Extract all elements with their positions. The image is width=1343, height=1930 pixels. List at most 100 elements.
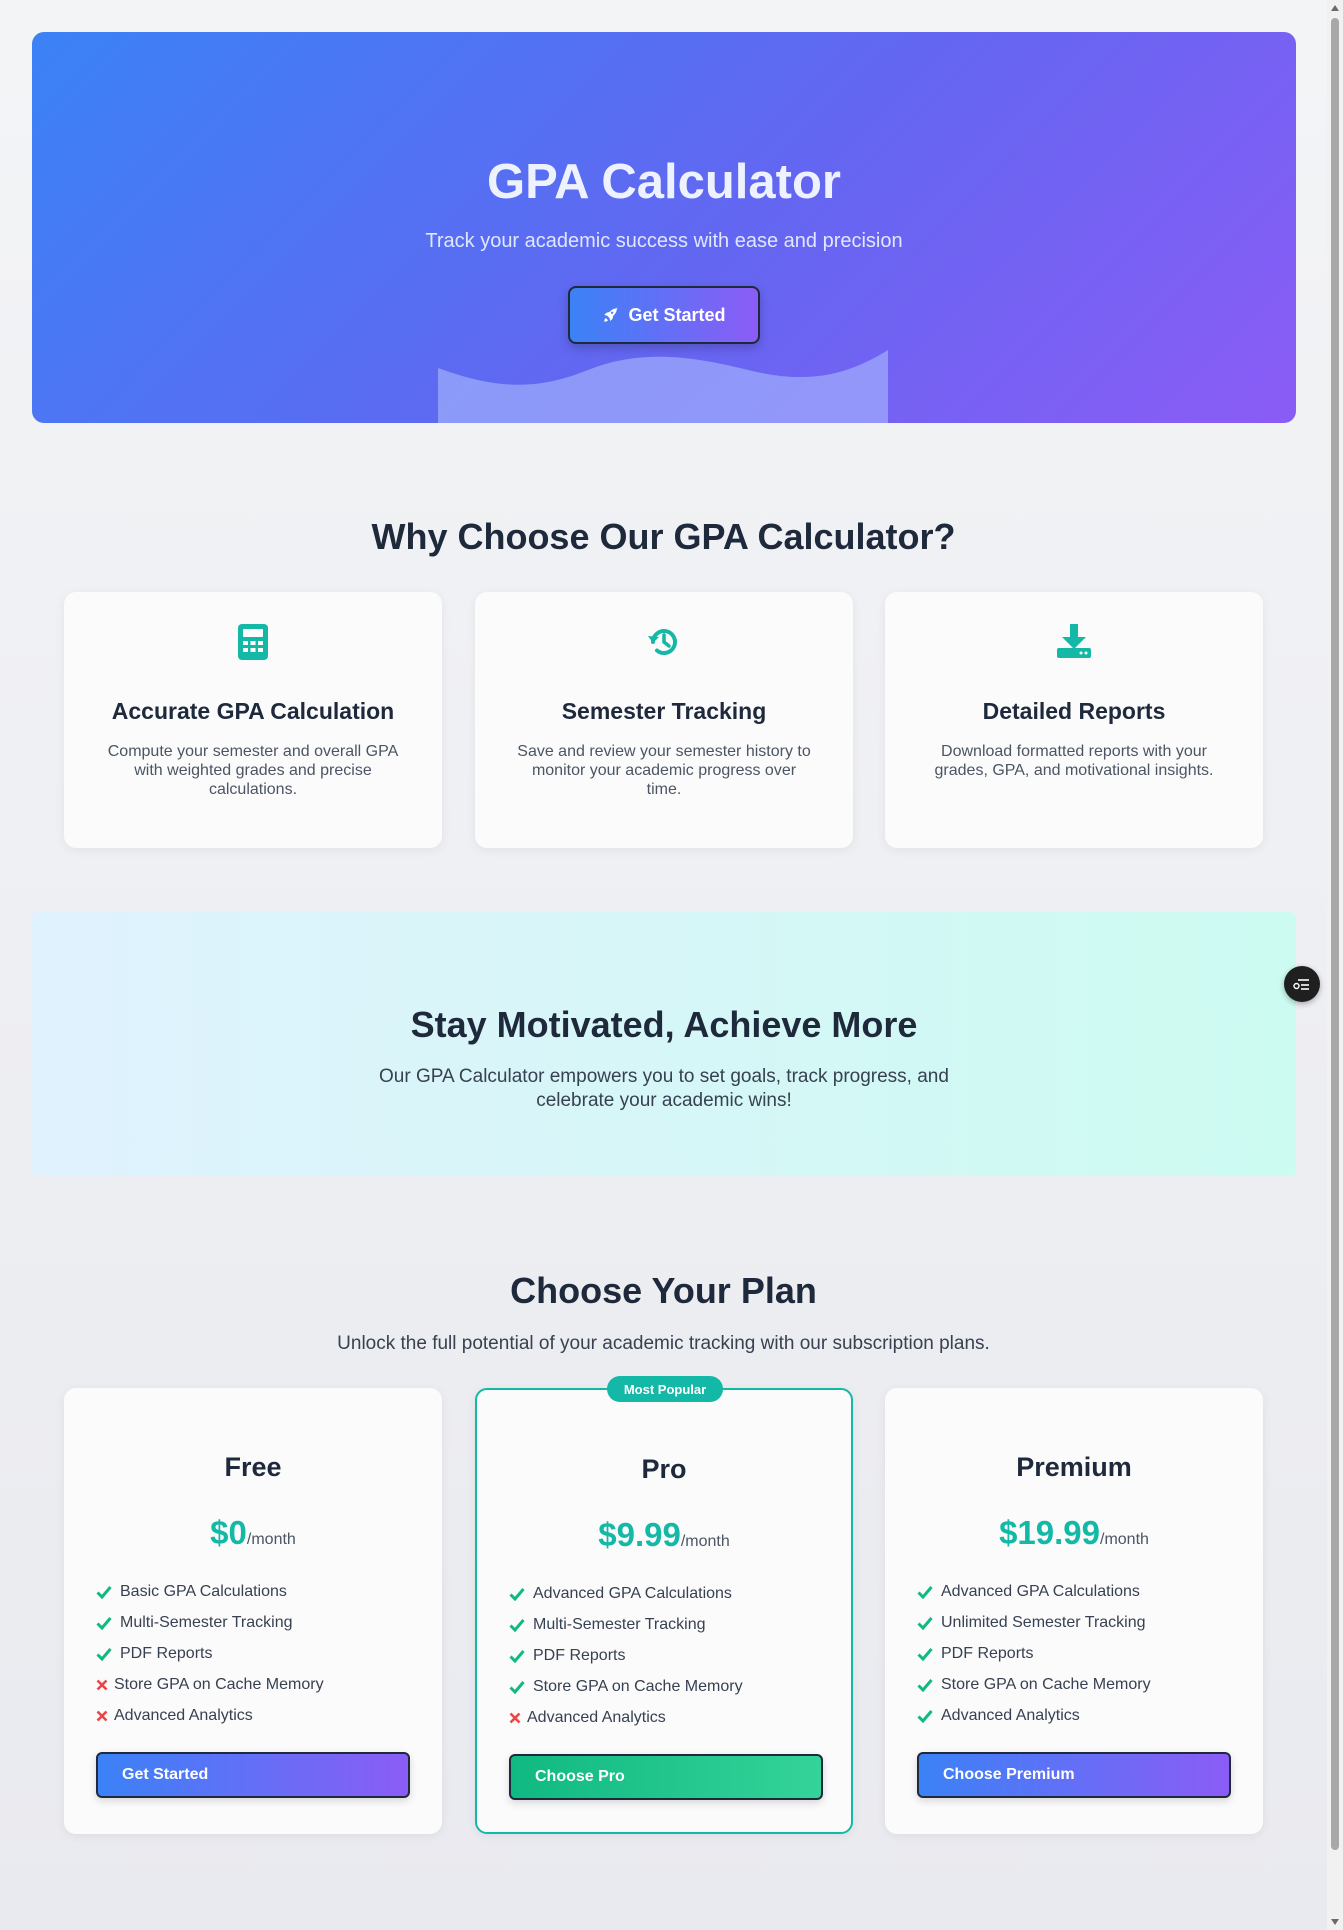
plan-feature-label: Basic GPA Calculations <box>120 1582 287 1600</box>
price-period: /month <box>246 1531 296 1548</box>
feature-card-semester-tracking: Semester Tracking Save and review your s… <box>475 592 853 848</box>
plan-feature-label: Advanced Analytics <box>941 1706 1080 1724</box>
download-icon <box>1057 624 1091 658</box>
scroll-down-arrow[interactable] <box>1327 1914 1343 1930</box>
check-icon <box>917 1616 933 1630</box>
feature-description: Compute your semester and overall GPA wi… <box>107 743 399 798</box>
feature-description: Save and review your semester history to… <box>517 743 811 798</box>
toggle-list-button[interactable] <box>1284 966 1320 1002</box>
plan-feature-label: PDF Reports <box>533 1646 626 1664</box>
check-icon <box>96 1585 112 1599</box>
hero-section: GPA Calculator Track your academic succe… <box>32 32 1296 423</box>
page-scrollbar[interactable] <box>1327 0 1343 1930</box>
plan-feature-item: PDF Reports <box>509 1640 743 1671</box>
plan-feature-item: Unlimited Semester Tracking <box>917 1607 1151 1638</box>
plan-feature-label: Store GPA on Cache Memory <box>533 1677 743 1695</box>
hero-title: GPA Calculator <box>487 155 841 209</box>
plan-feature-item: Advanced Analytics <box>509 1702 743 1733</box>
plan-price: $19.99/month <box>885 1514 1263 1552</box>
toggle-list-icon <box>1293 979 1309 990</box>
check-icon <box>509 1680 525 1694</box>
check-icon <box>917 1585 933 1599</box>
plan-price: $0/month <box>64 1514 442 1552</box>
history-icon <box>648 629 677 655</box>
plan-feature-item: Multi-Semester Tracking <box>96 1607 324 1638</box>
check-icon <box>917 1678 933 1692</box>
choose-premium-button[interactable]: Choose Premium <box>917 1752 1231 1798</box>
plan-card-pro: Most Popular Pro $9.99/month Advanced GP… <box>475 1376 853 1834</box>
price-period: /month <box>1100 1531 1149 1548</box>
motivation-section: Stay Motivated, Achieve More Our GPA Cal… <box>32 912 1296 1176</box>
plan-feature-label: Advanced Analytics <box>527 1708 666 1726</box>
plan-feature-label: Unlimited Semester Tracking <box>941 1613 1146 1631</box>
price-period: /month <box>680 1533 730 1550</box>
plan-feature-list: Advanced GPA Calculations Multi-Semester … <box>509 1578 743 1733</box>
scroll-up-arrow[interactable] <box>1327 0 1343 16</box>
check-icon <box>509 1649 525 1663</box>
feature-title: Accurate GPA Calculation <box>111 698 395 724</box>
plan-feature-label: Advanced GPA Calculations <box>941 1582 1140 1600</box>
motivation-title: Stay Motivated, Achieve More <box>410 1004 918 1045</box>
plan-feature-item: Advanced Analytics <box>96 1700 324 1731</box>
plan-feature-list: Advanced GPA Calculations Unlimited Semes… <box>917 1576 1151 1731</box>
scrollbar-thumb[interactable] <box>1331 18 1339 1850</box>
rocket-icon <box>604 307 619 322</box>
check-icon <box>96 1616 112 1630</box>
wave-decoration <box>438 350 888 423</box>
plan-feature-item: Multi-Semester Tracking <box>509 1609 743 1640</box>
plan-feature-item: Advanced Analytics <box>917 1700 1151 1731</box>
hero-subtitle: Track your academic success with ease an… <box>425 230 903 252</box>
motivation-text: Our GPA Calculator empowers you to set g… <box>379 1066 949 1111</box>
plan-feature-label: Advanced GPA Calculations <box>533 1584 732 1602</box>
cross-icon <box>509 1712 521 1723</box>
feature-description: Download formatted reports with your gra… <box>934 743 1214 779</box>
get-started-button[interactable]: Get Started <box>568 286 760 344</box>
calculator-icon <box>238 624 268 660</box>
plan-feature-item: Store GPA on Cache Memory <box>96 1669 324 1700</box>
feature-card-detailed-reports: Detailed Reports Download formatted repo… <box>885 592 1263 848</box>
price-amount: $0 <box>210 1514 247 1551</box>
plan-feature-label: Store GPA on Cache Memory <box>941 1675 1151 1693</box>
features-title: Why Choose Our GPA Calculator? <box>371 516 956 557</box>
check-icon <box>509 1587 525 1601</box>
plan-feature-label: Multi-Semester Tracking <box>533 1615 706 1633</box>
cross-icon <box>96 1710 108 1721</box>
plan-name: Pro <box>641 1454 687 1484</box>
check-icon <box>509 1618 525 1632</box>
plan-feature-label: Multi-Semester Tracking <box>120 1613 293 1631</box>
chevron-down-icon <box>1331 1919 1339 1925</box>
get-started-label: Get Started <box>628 304 726 325</box>
check-icon <box>96 1647 112 1661</box>
plans-subtitle: Unlock the full potential of your academ… <box>337 1333 990 1354</box>
plan-feature-list: Basic GPA Calculations Multi-Semester Tra… <box>96 1576 324 1731</box>
plan-card-free: Free $0/month Basic GPA Calculations Mult… <box>64 1388 442 1834</box>
plan-feature-item: Advanced GPA Calculations <box>917 1576 1151 1607</box>
plan-name: Free <box>224 1452 282 1482</box>
check-icon <box>917 1709 933 1723</box>
feature-title: Detailed Reports <box>982 698 1166 724</box>
plan-feature-label: PDF Reports <box>120 1644 213 1662</box>
price-amount: $19.99 <box>999 1514 1100 1551</box>
plan-feature-label: PDF Reports <box>941 1644 1034 1662</box>
plan-card-premium: Premium $19.99/month Advanced GPA Calcul… <box>885 1388 1263 1834</box>
plan-feature-item: PDF Reports <box>96 1638 324 1669</box>
plan-feature-item: Store GPA on Cache Memory <box>917 1669 1151 1700</box>
plan-feature-item: Store GPA on Cache Memory <box>509 1671 743 1702</box>
feature-card-accurate-gpa: Accurate GPA Calculation Compute your se… <box>64 592 442 848</box>
plans-title: Choose Your Plan <box>510 1270 817 1311</box>
chevron-up-icon <box>1331 5 1339 11</box>
plan-feature-item: Advanced GPA Calculations <box>509 1578 743 1609</box>
plan-price: $9.99/month <box>477 1516 851 1554</box>
choose-pro-button[interactable]: Choose Pro <box>509 1754 823 1800</box>
feature-title: Semester Tracking <box>561 698 767 724</box>
plan-name: Premium <box>1016 1452 1132 1482</box>
plan-feature-label: Store GPA on Cache Memory <box>114 1675 324 1693</box>
plan-feature-item: PDF Reports <box>917 1638 1151 1669</box>
plan-feature-label: Advanced Analytics <box>114 1706 253 1724</box>
free-get-started-button[interactable]: Get Started <box>96 1752 410 1798</box>
plan-feature-item: Basic GPA Calculations <box>96 1576 324 1607</box>
check-icon <box>917 1647 933 1661</box>
most-popular-badge: Most Popular <box>607 1376 723 1402</box>
cross-icon <box>96 1679 108 1690</box>
price-amount: $9.99 <box>598 1516 681 1553</box>
